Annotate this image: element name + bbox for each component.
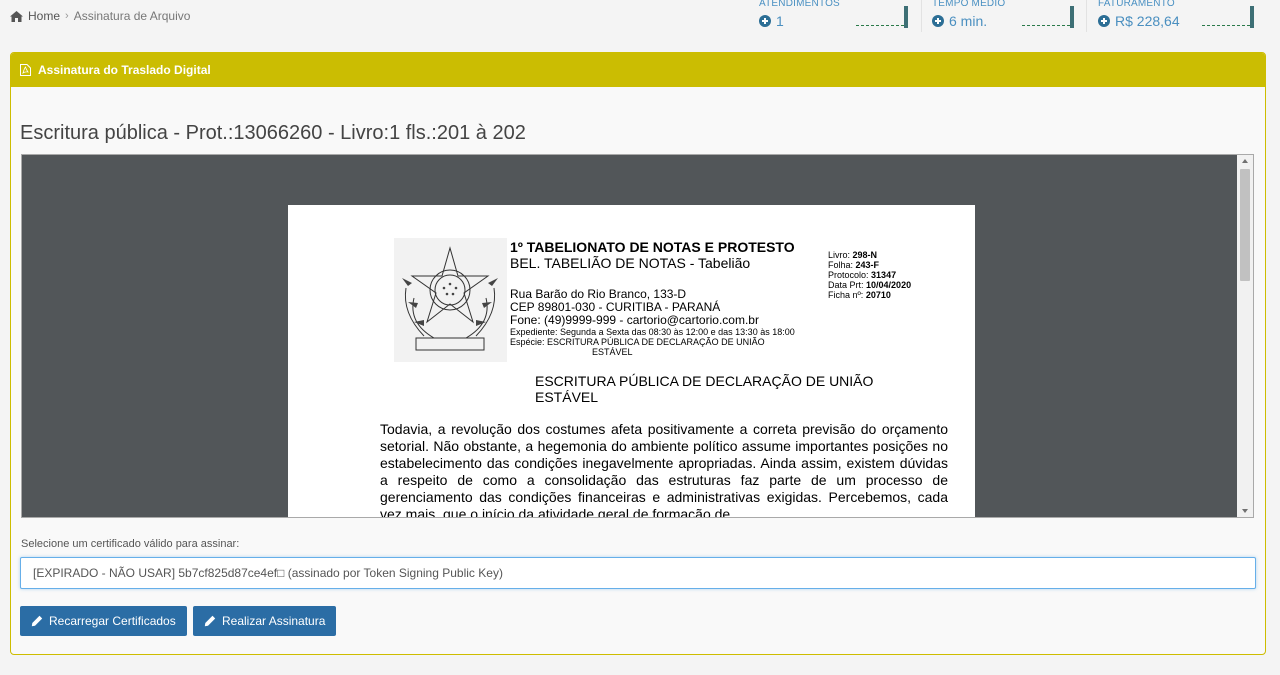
plus-circle-icon: [1098, 15, 1110, 27]
breadcrumb-current: Assinatura de Arquivo: [73, 9, 191, 23]
pdf-viewer[interactable]: 1º TABELIONATO DE NOTAS E PROTESTO BEL. …: [21, 154, 1254, 518]
document-heading: ESCRITURA PÚBLICA DE DECLARAÇÃO DE UNIÃO…: [535, 373, 874, 405]
plus-circle-icon: [932, 15, 944, 27]
sign-button[interactable]: Realizar Assinatura: [193, 606, 337, 636]
scroll-up-icon[interactable]: [1242, 159, 1248, 163]
stat-value: 6 min.: [932, 13, 987, 29]
sparkline-bar: [904, 6, 908, 28]
signature-panel: Assinatura do Traslado Digital Escritura…: [10, 52, 1266, 655]
stat-atendimentos: ATENDIMENTOS 1: [759, 0, 922, 32]
breadcrumb: Home › Assinatura de Arquivo: [10, 9, 190, 23]
plus-circle-icon: [759, 15, 771, 27]
breadcrumb-home[interactable]: Home: [28, 9, 60, 23]
org-species-cont: ESTÁVEL: [592, 347, 633, 357]
stat-faturamento: FATURAMENTO R$ 228,64: [1098, 0, 1268, 30]
reload-certificates-label: Recarregar Certificados: [49, 614, 176, 628]
stat-label: ATENDIMENTOS: [759, 0, 840, 9]
certificate-label: Selecione um certificado válido para ass…: [21, 538, 240, 550]
scrollbar-thumb[interactable]: [1240, 169, 1250, 281]
sparkline-bar: [1070, 6, 1074, 28]
notary-header: 1º TABELIONATO DE NOTAS E PROTESTO BEL. …: [510, 239, 840, 357]
viewer-scrollbar[interactable]: [1237, 155, 1253, 517]
org-species: Espécie: ESCRITURA PÚBLICA DE DECLARAÇÃO…: [510, 337, 765, 347]
pdf-page: 1º TABELIONATO DE NOTAS E PROTESTO BEL. …: [288, 205, 975, 518]
sparkline: [1022, 25, 1070, 26]
panel-header: Assinatura do Traslado Digital: [11, 53, 1265, 87]
document-body: Todavia, a revolução dos costumes afeta …: [380, 421, 948, 518]
sparkline: [1202, 25, 1250, 26]
stat-divider: [921, 0, 922, 32]
org-hours: Expediente: Segunda a Sexta das 08:30 às…: [510, 327, 795, 337]
meta-folha: Folha: 243-F: [828, 260, 880, 270]
pencil-icon: [31, 615, 43, 627]
meta-livro: Livro: 298-N: [828, 250, 878, 260]
org-contact: Fone: (49)9999-999 - cartorio@cartorio.c…: [510, 313, 759, 327]
stat-tempo-medio: TEMPO MÉDIO 6 min.: [932, 0, 1092, 32]
home-icon[interactable]: [10, 10, 23, 22]
meta-protocolo: Protocolo: 31347: [828, 270, 897, 280]
scroll-down-icon[interactable]: [1242, 509, 1248, 513]
sparkline-bar: [1250, 6, 1254, 28]
pencil-icon: [204, 615, 216, 627]
document-title: Escritura pública - Prot.:13066260 - Liv…: [20, 122, 526, 144]
meta-ficha: Ficha nº: 20710: [828, 290, 891, 300]
sparkline: [856, 25, 904, 26]
org-name: 1º TABELIONATO DE NOTAS E PROTESTO: [510, 239, 795, 255]
stat-divider: [1086, 0, 1087, 32]
stat-label: TEMPO MÉDIO: [932, 0, 1006, 9]
breadcrumb-separator: ›: [65, 10, 69, 22]
brasao-seal-icon: [394, 238, 507, 362]
stat-value: R$ 228,64: [1098, 13, 1180, 29]
reload-certificates-button[interactable]: Recarregar Certificados: [20, 606, 187, 636]
top-bar: Home › Assinatura de Arquivo ATENDIMENTO…: [0, 0, 1280, 34]
org-subtitle: BEL. TABELIÃO DE NOTAS - Tabelião: [510, 255, 751, 271]
stat-label: FATURAMENTO: [1098, 0, 1175, 9]
stat-value: 1: [759, 13, 784, 29]
document-meta: Livro: 298-N Folha: 243-F Protocolo: 313…: [828, 250, 911, 300]
sign-label: Realizar Assinatura: [222, 614, 326, 628]
panel-title: Assinatura do Traslado Digital: [38, 63, 211, 77]
certificate-select[interactable]: [EXPIRADO - NÃO USAR] 5b7cf825d87ce4ef□ …: [20, 557, 1256, 589]
pdf-file-icon: [20, 64, 31, 76]
meta-data: Data Prt: 10/04/2020: [828, 280, 912, 290]
